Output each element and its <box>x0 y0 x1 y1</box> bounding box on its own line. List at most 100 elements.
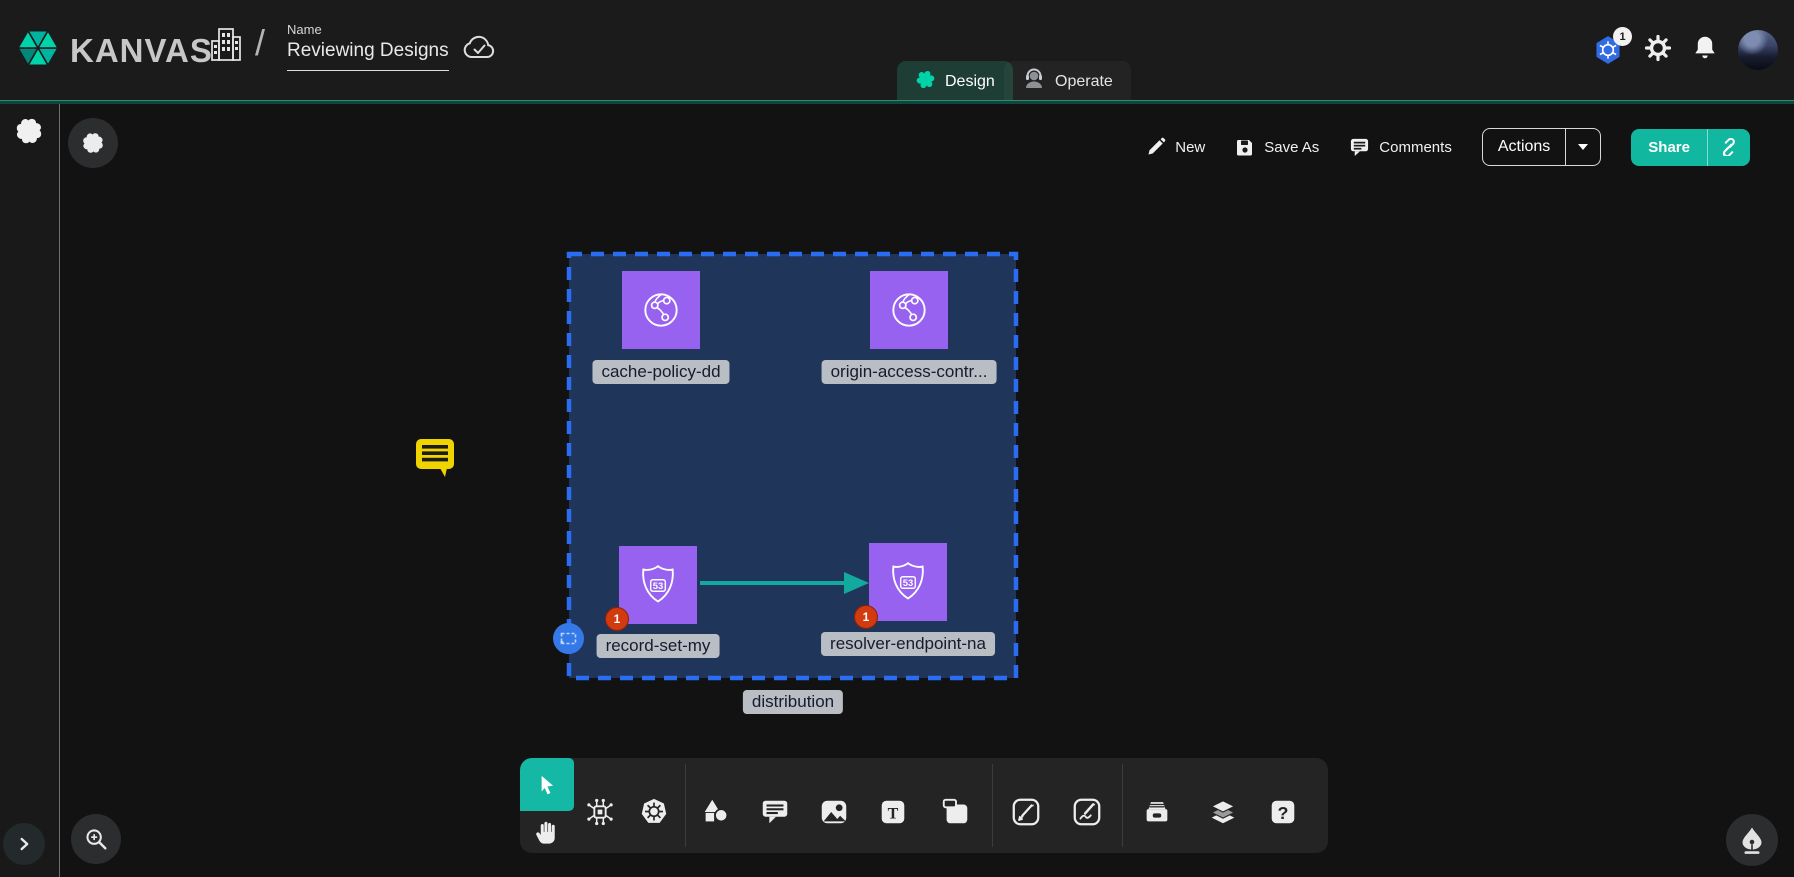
pen-tool-icon <box>1010 796 1042 828</box>
cloudfront-globe-icon <box>638 287 684 333</box>
node-label[interactable]: origin-access-contr... <box>822 360 997 384</box>
zoom-in-button[interactable] <box>71 814 121 864</box>
meshery-flower-icon[interactable] <box>14 116 44 151</box>
zoom-in-icon <box>83 826 109 852</box>
save-as-button[interactable]: Save As <box>1235 137 1319 157</box>
image-icon <box>818 796 850 828</box>
comments-label: Comments <box>1379 139 1452 156</box>
left-sidebar <box>0 104 60 877</box>
svg-text:T: T <box>888 806 899 823</box>
new-button[interactable]: New <box>1146 137 1205 157</box>
tool-select[interactable] <box>520 758 574 811</box>
group-select-handle[interactable] <box>553 623 584 654</box>
tool-freehand[interactable] <box>1070 795 1104 829</box>
comment-icon <box>759 796 791 828</box>
header-accent-divider <box>0 100 1794 104</box>
tool-components[interactable] <box>583 795 617 829</box>
actions-label: Actions <box>1483 129 1565 165</box>
shapes-flower-button[interactable] <box>68 118 118 168</box>
tab-design[interactable]: Design <box>897 61 1013 102</box>
tool-kubernetes[interactable] <box>637 795 671 829</box>
logo-text: KANVAS <box>70 32 213 70</box>
design-name-label: Name <box>287 22 449 37</box>
tab-operate[interactable]: Operate <box>1004 61 1131 102</box>
sidebar-expand-button[interactable] <box>3 823 45 865</box>
notifications-bell-icon[interactable] <box>1692 34 1718 67</box>
flower-gear-icon <box>81 131 105 155</box>
tool-layers[interactable] <box>1206 795 1240 829</box>
svg-text:53: 53 <box>653 580 663 591</box>
circuit-chip-icon <box>584 796 616 828</box>
kubernetes-context-button[interactable]: 1 <box>1594 35 1624 65</box>
selection-rect-icon <box>560 632 577 645</box>
tool-pen[interactable] <box>1009 795 1043 829</box>
hand-icon <box>534 819 561 846</box>
save-as-label: Save As <box>1264 139 1319 156</box>
comment-icon <box>1349 137 1370 157</box>
cloud-saved-icon <box>462 34 496 67</box>
share-button[interactable]: Share <box>1631 129 1750 166</box>
pencil-icon <box>1146 137 1166 157</box>
node-label[interactable]: cache-policy-dd <box>592 360 729 384</box>
node-label[interactable]: record-set-my <box>597 634 720 658</box>
new-label: New <box>1175 139 1205 156</box>
node-origin-access-control[interactable] <box>870 271 948 349</box>
tool-pan[interactable] <box>530 815 564 849</box>
tab-design-label: Design <box>945 73 995 91</box>
cloudfront-globe-icon <box>886 287 932 333</box>
design-name-field: Name <box>287 22 449 71</box>
design-name-input[interactable] <box>287 37 449 71</box>
node-cache-policy[interactable] <box>622 271 700 349</box>
edge-recordset-to-resolver[interactable] <box>698 559 872 607</box>
operator-headset-icon <box>1022 67 1046 96</box>
kanvas-logo-icon <box>14 24 62 77</box>
notification-badge[interactable]: 1 <box>605 607 629 631</box>
actions-button[interactable]: Actions <box>1482 128 1601 166</box>
kanvas-logo[interactable]: KANVAS <box>14 24 213 77</box>
share-label: Share <box>1631 129 1707 166</box>
header-bar: KANVAS / Name <box>0 0 1794 100</box>
tool-help[interactable]: ? <box>1266 795 1300 829</box>
notification-badge[interactable]: 1 <box>854 605 878 629</box>
node-resolver-endpoint[interactable]: 53 <box>869 543 947 621</box>
dock-divider <box>685 764 686 847</box>
tool-archive[interactable] <box>1140 795 1174 829</box>
tool-note[interactable] <box>939 795 973 829</box>
comment-yellow-icon <box>414 435 456 481</box>
settings-gear-icon[interactable] <box>1644 34 1672 67</box>
dock-divider <box>1122 764 1123 847</box>
freehand-draw-icon <box>1071 796 1103 828</box>
header-right-cluster: 1 <box>1594 0 1794 100</box>
organization-icon[interactable] <box>208 26 244 69</box>
svg-text:?: ? <box>1278 803 1289 823</box>
pen-mode-button[interactable] <box>1726 814 1778 866</box>
note-shape-icon <box>940 796 972 828</box>
tool-dock: T <box>520 758 1328 853</box>
kubernetes-wheel-icon <box>638 796 670 828</box>
tool-shapes[interactable] <box>699 795 733 829</box>
tool-comment[interactable] <box>758 795 792 829</box>
chevron-down-icon <box>1577 143 1589 151</box>
breadcrumb-separator: / <box>255 22 265 64</box>
route53-shield-icon: 53 <box>635 562 681 608</box>
tool-text[interactable]: T <box>876 795 910 829</box>
svg-text:53: 53 <box>903 577 913 588</box>
node-record-set[interactable]: 53 <box>619 546 697 624</box>
node-label[interactable]: resolver-endpoint-na <box>821 632 995 656</box>
tool-image[interactable] <box>817 795 851 829</box>
dock-divider <box>992 764 993 847</box>
pen-nib-icon <box>1737 825 1767 855</box>
kubernetes-badge: 1 <box>1613 27 1632 46</box>
shapes-icon <box>700 796 732 828</box>
copy-link-button[interactable] <box>1707 129 1750 166</box>
floppy-save-icon <box>1235 137 1255 157</box>
comments-button[interactable]: Comments <box>1349 137 1452 157</box>
actions-dropdown-toggle[interactable] <box>1565 129 1600 165</box>
archive-drawer-icon <box>1141 796 1173 828</box>
group-label[interactable]: distribution <box>743 690 843 714</box>
canvas-comment-marker[interactable] <box>414 435 456 486</box>
kanvas-app: KANVAS / Name <box>0 0 1794 877</box>
help-icon: ? <box>1267 796 1299 828</box>
user-avatar[interactable] <box>1738 30 1778 70</box>
tab-operate-label: Operate <box>1055 73 1113 91</box>
